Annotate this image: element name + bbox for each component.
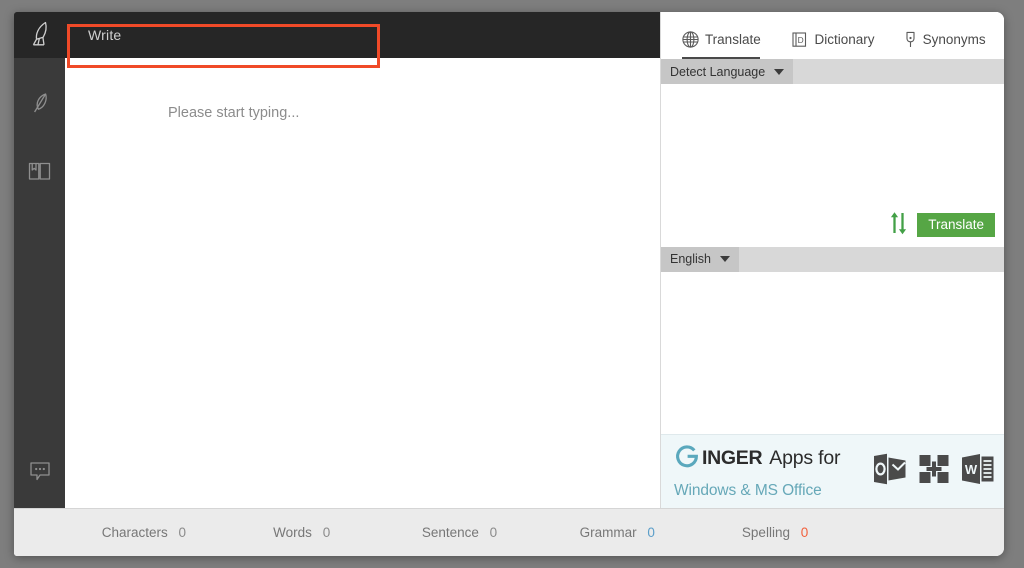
ginger-logo-icon: [674, 443, 701, 475]
promo-app-icons: W: [872, 453, 996, 490]
status-bar: Characters 0 Words 0 Sentence 0 Grammar …: [14, 508, 1004, 556]
status-sentence-value: 0: [489, 525, 498, 540]
write-tab-header[interactable]: Write: [65, 12, 660, 58]
status-characters: Characters 0: [65, 525, 223, 540]
status-sentence-label: Sentence: [421, 525, 479, 540]
tab-translate[interactable]: Translate: [665, 19, 777, 59]
pen-nib-icon: [903, 30, 918, 49]
tab-dictionary[interactable]: D Dictionary: [777, 19, 889, 59]
globe-icon: [681, 30, 700, 49]
translate-target-text: [661, 272, 1004, 435]
translate-target-box[interactable]: [661, 271, 1004, 435]
swap-vertical-icon[interactable]: [888, 210, 910, 241]
tool-tab-bar: Translate D Dictionary Synonyms: [661, 12, 1004, 59]
source-language-select[interactable]: Detect Language: [661, 59, 794, 84]
sidebar-item-dictionary[interactable]: [14, 148, 65, 194]
source-language-value: Detect Language: [670, 64, 766, 79]
status-words-label: Words: [273, 525, 312, 540]
editor-column: Write Please start typing...: [65, 12, 660, 508]
status-spelling-value: 0: [800, 525, 809, 540]
tools-panel: Translate D Dictionary Synonyms Detect L…: [660, 12, 1004, 508]
word-icon[interactable]: W: [960, 453, 996, 490]
promo-text-block: INGER Apps for Windows & MS Office: [674, 443, 872, 500]
translate-source-box[interactable]: Translate: [661, 84, 1004, 247]
status-words-value: 0: [322, 525, 331, 540]
app-window: Write Please start typing... Translate D…: [14, 12, 1004, 556]
svg-text:D: D: [798, 35, 804, 45]
status-characters-label: Characters: [101, 525, 168, 540]
chat-bubble-icon: [25, 457, 55, 485]
target-language-value: English: [670, 252, 711, 266]
translate-action-row: Translate: [888, 210, 995, 241]
status-characters-value: 0: [178, 525, 187, 540]
book-d-icon: D: [790, 30, 809, 49]
target-language-bar: English: [661, 246, 1004, 272]
open-book-icon: [25, 156, 55, 186]
leaf-icon: [27, 88, 53, 118]
status-grammar: Grammar 0: [538, 525, 696, 540]
text-editor-area[interactable]: Please start typing...: [65, 58, 660, 508]
outlook-icon[interactable]: [872, 453, 908, 490]
sidebar-item-rephrase[interactable]: [14, 80, 65, 126]
status-grammar-label: Grammar: [579, 525, 637, 540]
chevron-down-icon: [720, 256, 730, 262]
status-words: Words 0: [223, 525, 381, 540]
promo-headline-tail: Apps for: [769, 447, 841, 470]
tab-translate-label: Translate: [704, 31, 761, 47]
tab-active-underline: [681, 57, 760, 59]
window-body: Write Please start typing... Translate D…: [14, 12, 1004, 508]
ginger-apps-promo-banner[interactable]: INGER Apps for Windows & MS Office W: [661, 434, 1004, 508]
desktop-background: Write Please start typing... Translate D…: [0, 0, 1024, 568]
pen-nib-icon: [27, 20, 53, 50]
promo-brand-rest: INGER: [702, 447, 763, 470]
chevron-down-icon: [774, 68, 785, 75]
promo-headline: INGER Apps for: [674, 443, 872, 475]
tab-dictionary-label: Dictionary: [814, 31, 875, 47]
sidebar-item-feedback[interactable]: [14, 448, 65, 494]
write-tab-label: Write: [88, 27, 122, 43]
status-items: Characters 0 Words 0 Sentence 0 Grammar …: [65, 525, 1004, 540]
tab-synonyms[interactable]: Synonyms: [888, 19, 1000, 59]
status-spelling-label: Spelling: [741, 525, 790, 540]
editor-placeholder: Please start typing...: [168, 105, 300, 121]
status-spelling: Spelling 0: [696, 525, 854, 540]
promo-subline: Windows & MS Office: [674, 481, 822, 499]
status-grammar-value: 0: [647, 525, 655, 540]
tab-synonyms-label: Synonyms: [922, 31, 986, 47]
sidebar-item-write[interactable]: [14, 12, 65, 58]
status-sentence: Sentence 0: [381, 525, 539, 540]
office-icon[interactable]: [917, 453, 951, 490]
target-language-select[interactable]: English: [661, 246, 739, 272]
source-language-bar: Detect Language: [661, 59, 1004, 84]
translate-button[interactable]: Translate: [917, 212, 995, 238]
left-icon-rail: [14, 12, 65, 508]
svg-text:W: W: [965, 462, 978, 477]
